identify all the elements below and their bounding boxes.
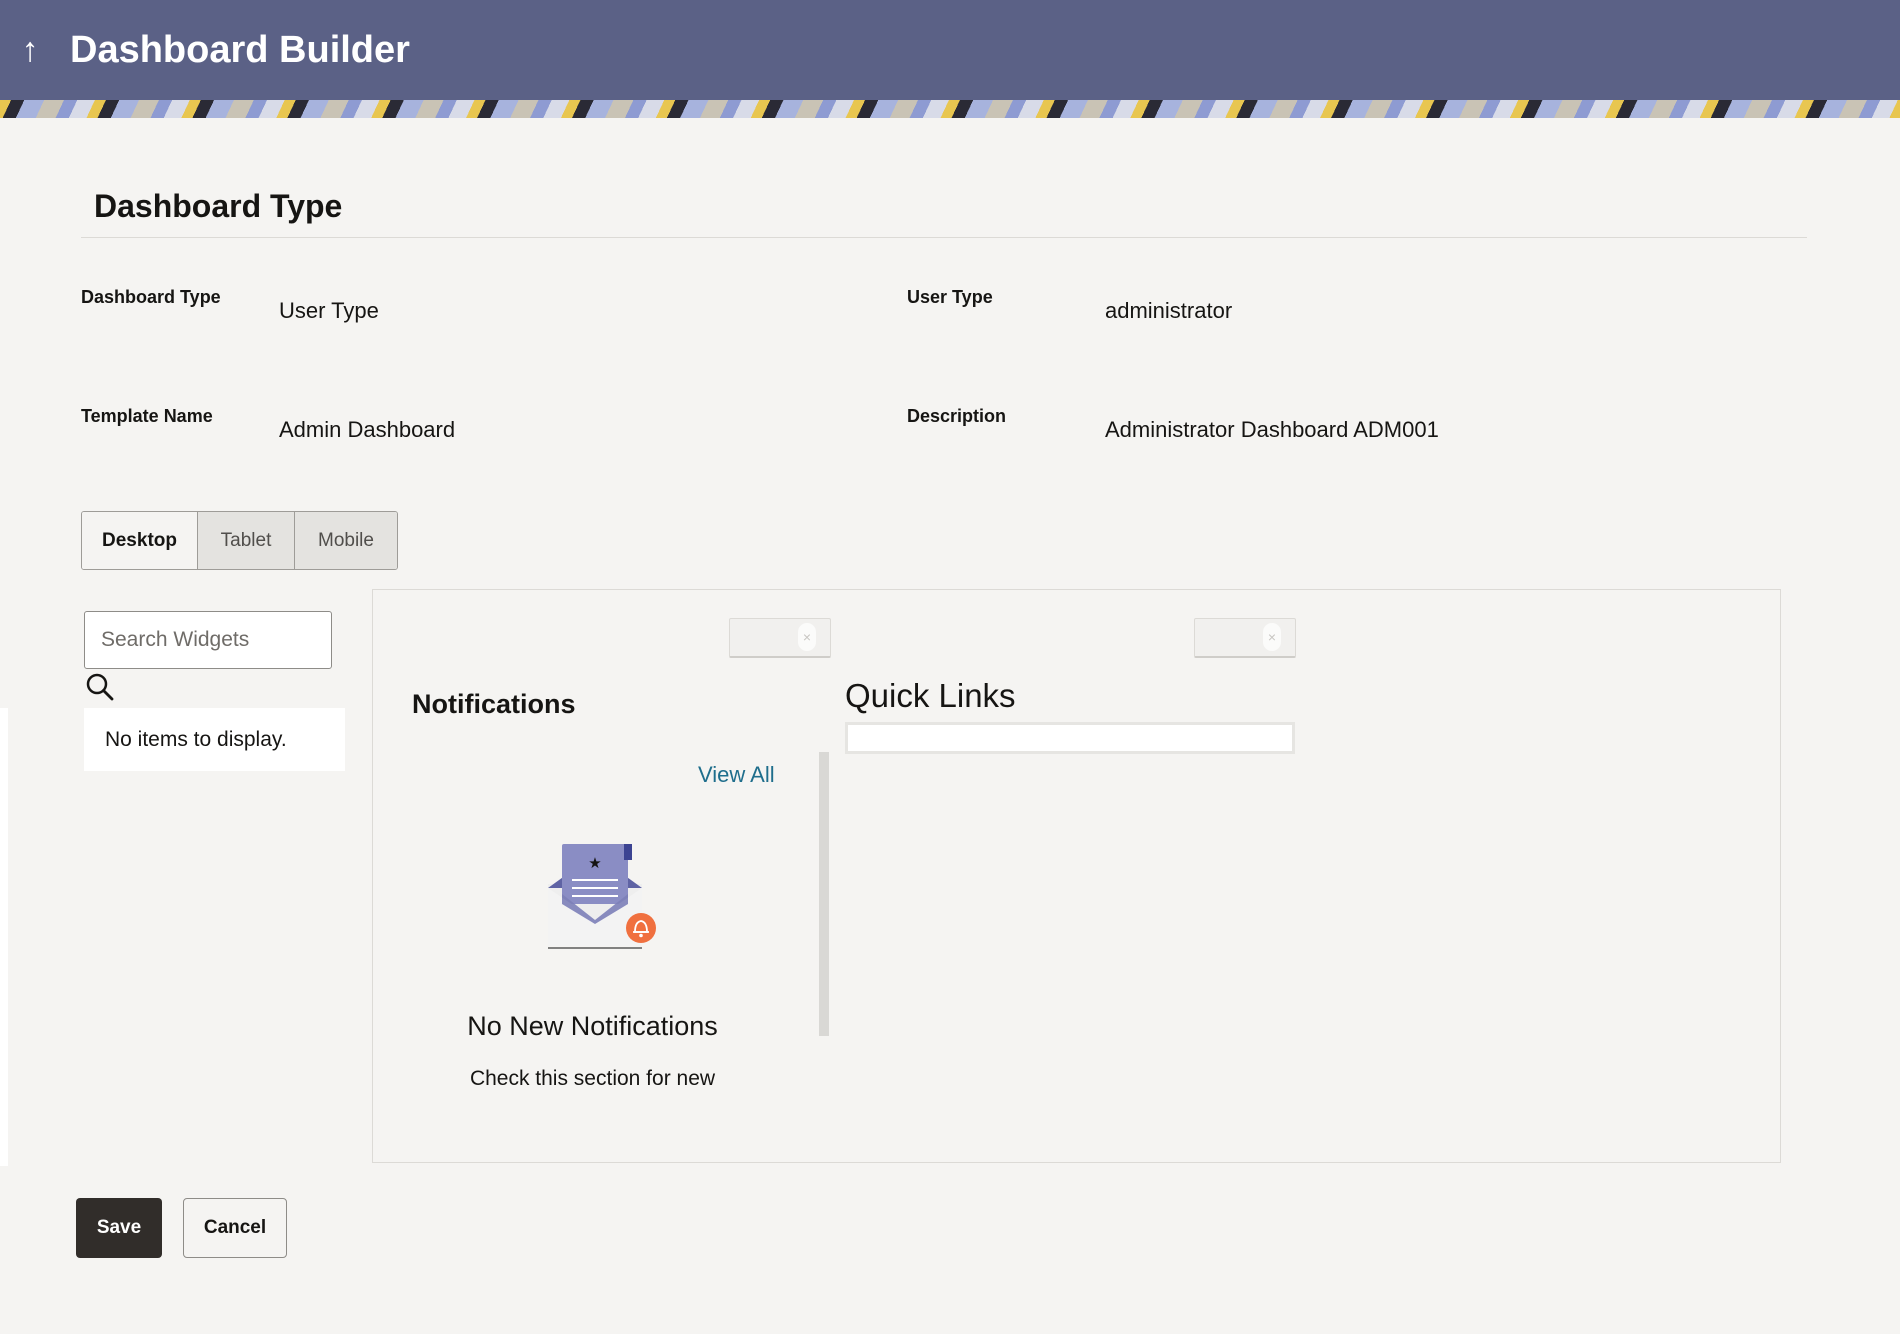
page-title: Dashboard Builder: [70, 29, 410, 71]
arrow-up-icon[interactable]: ↑: [14, 28, 46, 72]
search-widgets-input[interactable]: [84, 611, 332, 669]
no-notifications-heading: No New Notifications: [467, 1011, 718, 1041]
save-button[interactable]: Save: [76, 1198, 162, 1258]
quick-links-title: Quick Links: [845, 677, 1016, 714]
template-name-label: Template Name: [81, 406, 213, 426]
notifications-title: Notifications: [412, 689, 576, 719]
search-icon[interactable]: [85, 672, 115, 702]
tab-mobile[interactable]: Mobile: [294, 512, 397, 569]
left-panel-edge: [0, 708, 8, 1166]
tab-desktop[interactable]: Desktop: [82, 512, 197, 569]
close-icon[interactable]: ×: [1263, 623, 1281, 651]
header-decorative-band: [0, 100, 1900, 118]
close-icon[interactable]: ×: [798, 623, 816, 651]
description-label: Description: [907, 406, 1007, 426]
app-header: ↑ Dashboard Builder: [0, 0, 1900, 118]
device-tabs: Desktop Tablet Mobile: [81, 511, 398, 570]
no-notifications-subtext: Check this section for new: [469, 1067, 716, 1090]
dashboard-type-value: User Type: [279, 298, 379, 323]
quick-links-content: [845, 722, 1295, 754]
svg-text:★: ★: [588, 854, 601, 872]
widget-list-empty: No items to display.: [84, 708, 345, 771]
notifications-scrollbar[interactable]: [819, 752, 829, 1036]
cancel-button[interactable]: Cancel: [183, 1198, 287, 1258]
user-type-value: administrator: [1105, 298, 1233, 323]
section-title: Dashboard Type: [94, 188, 343, 224]
tab-tablet[interactable]: Tablet: [197, 512, 294, 569]
dashboard-type-label: Dashboard Type: [81, 287, 221, 307]
user-type-label: User Type: [907, 287, 993, 307]
widget-list-empty-text: No items to display.: [105, 727, 287, 751]
view-all-link[interactable]: View All: [698, 760, 775, 790]
notifications-widget-handle[interactable]: ×: [729, 618, 831, 658]
section-divider: [81, 237, 1807, 238]
envelope-bell-icon: ★: [548, 844, 656, 949]
template-name-value: Admin Dashboard: [279, 417, 456, 442]
quick-links-widget-handle[interactable]: ×: [1194, 618, 1296, 658]
description-value: Administrator Dashboard ADM001: [1105, 417, 1439, 442]
